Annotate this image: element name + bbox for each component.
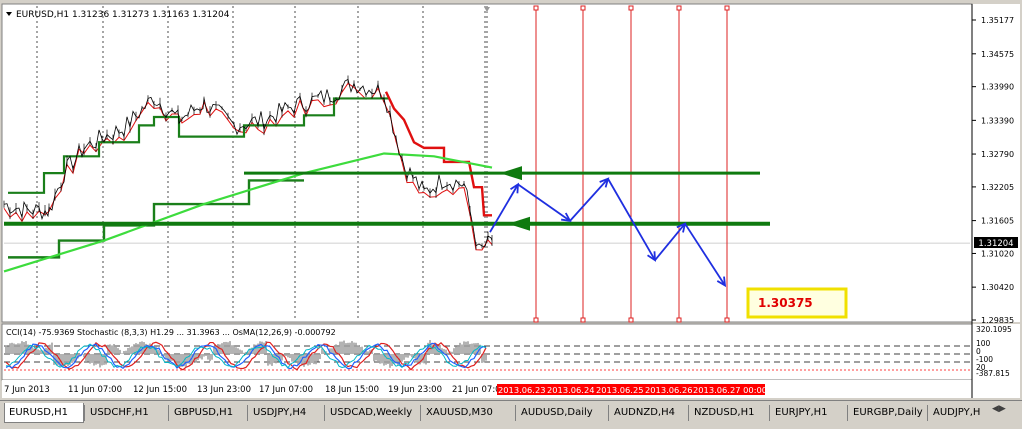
tab-gbpusd-h1[interactable]: GBPUSD,H1 bbox=[170, 403, 247, 423]
chart-header: EURUSD,H1 1.31236 1.31273 1.31163 1.3120… bbox=[16, 10, 230, 20]
tab-separator bbox=[769, 405, 770, 421]
price-tick-label: 1.32790 bbox=[981, 150, 1014, 159]
price-tick-label: 1.33990 bbox=[981, 83, 1014, 92]
future-vline-handle bbox=[580, 317, 586, 323]
tab-usdcad-weekly[interactable]: USDCAD,Weekly bbox=[326, 403, 420, 423]
tab-separator bbox=[515, 405, 516, 421]
time-tick-label: 17 Jun 07:00 bbox=[259, 385, 313, 395]
tab-eurusd-h1[interactable]: EURUSD,H1 bbox=[4, 403, 84, 423]
price-tick-label: 1.31605 bbox=[981, 217, 1014, 226]
price-tick-label: 1.35177 bbox=[981, 16, 1014, 25]
price-tick-label: 1.31020 bbox=[981, 249, 1014, 258]
future-vline-handle bbox=[628, 317, 634, 323]
trading-terminal: 1.35177 1.34575 1.33990 1.33390 1.32790 1.322… bbox=[0, 0, 1022, 429]
symbol-tab-bar: EURUSD,H1 USDCHF,H1 GBPUSD,H1 USDJPY,H4 USDC… bbox=[0, 400, 1022, 429]
time-tick-label: 7 Jun 2013 bbox=[4, 385, 50, 395]
tab-separator bbox=[84, 405, 85, 421]
time-tick-label: 13 Jun 23:00 bbox=[197, 385, 251, 395]
tab-usdchf-h1[interactable]: USDCHF,H1 bbox=[86, 403, 168, 423]
future-date-label: 2013.06.24 bbox=[547, 385, 595, 395]
time-tick-label: 18 Jun 15:00 bbox=[325, 385, 379, 395]
future-date-label: 2013.06.25 bbox=[596, 385, 644, 395]
future-date-label: 2013.06.27 00:00 bbox=[693, 385, 767, 395]
tab-separator bbox=[420, 405, 421, 421]
future-vline-handle bbox=[676, 5, 682, 11]
indicator-label: CCI(14) -75.9369 Stochastic (8,3,3) H1.2… bbox=[6, 328, 336, 337]
time-tick-label: 12 Jun 15:00 bbox=[133, 385, 187, 395]
tab-eurgbp-daily[interactable]: EURGBP,Daily bbox=[849, 403, 927, 423]
future-vline-handle bbox=[724, 5, 730, 11]
tab-separator bbox=[927, 405, 928, 421]
tab-separator bbox=[608, 405, 609, 421]
tab-separator bbox=[324, 405, 325, 421]
future-vline-handle bbox=[628, 5, 634, 11]
tab-audjpy-h[interactable]: AUDJPY,H bbox=[929, 403, 989, 423]
tab-scroll-arrows[interactable]: ◀▶ bbox=[992, 404, 1018, 422]
tab-scroll-left-icon[interactable]: ◀ bbox=[992, 404, 999, 414]
tab-scroll-right-icon[interactable]: ▶ bbox=[999, 404, 1006, 414]
future-vline-handle bbox=[533, 317, 539, 323]
indicator-scale-label: -387.815 bbox=[976, 369, 1010, 378]
future-vline-handle bbox=[676, 317, 682, 323]
price-tick-label: 1.34575 bbox=[981, 50, 1014, 59]
tab-audusd-daily[interactable]: AUDUSD,Daily bbox=[517, 403, 608, 423]
current-price-label: 1.31204 bbox=[978, 239, 1013, 249]
future-date-label: 2013.06.23 bbox=[498, 385, 546, 395]
tab-xauusd-m30[interactable]: XAUUSD,M30 bbox=[422, 403, 515, 423]
time-tick-label: 19 Jun 23:00 bbox=[388, 385, 442, 395]
tab-separator bbox=[847, 405, 848, 421]
tab-audnzd-h4[interactable]: AUDNZD,H4 bbox=[610, 403, 688, 423]
tab-separator bbox=[168, 405, 169, 421]
future-vline-handle bbox=[580, 5, 586, 11]
tab-nzdusd-h1[interactable]: NZDUSD,H1 bbox=[690, 403, 769, 423]
tab-separator bbox=[688, 405, 689, 421]
annotation-label: 1.30375 bbox=[758, 296, 813, 310]
price-tick-label: 1.33390 bbox=[981, 116, 1014, 125]
future-date-label: 2013.06.26 bbox=[645, 385, 693, 395]
future-vline-handle bbox=[724, 317, 730, 323]
future-vline-handle bbox=[533, 5, 539, 11]
price-tick-label: 1.29835 bbox=[981, 316, 1014, 325]
tab-usdjpy-h4[interactable]: USDJPY,H4 bbox=[249, 403, 324, 423]
price-tick-label: 1.30420 bbox=[981, 283, 1014, 292]
time-tick-label: 11 Jun 07:00 bbox=[68, 385, 122, 395]
tab-separator bbox=[247, 405, 248, 421]
price-chart[interactable]: 1.35177 1.34575 1.33990 1.33390 1.32790 1.322… bbox=[0, 0, 1022, 400]
tab-eurjpy-h1[interactable]: EURJPY,H1 bbox=[771, 403, 847, 423]
price-tick-label: 1.32205 bbox=[981, 183, 1014, 192]
indicator-scale-label: 320.1095 bbox=[976, 325, 1012, 334]
